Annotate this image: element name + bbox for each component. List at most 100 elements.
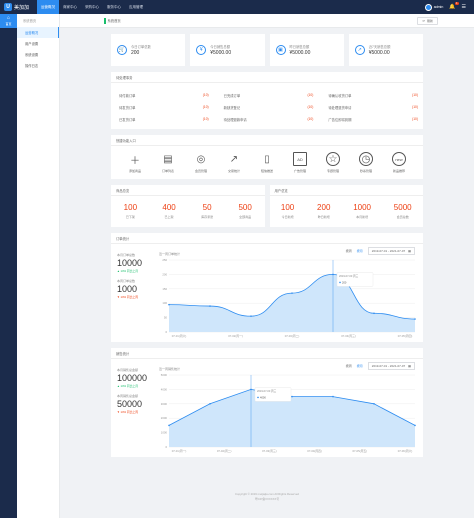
data-point[interactable] bbox=[168, 424, 170, 427]
data-point[interactable] bbox=[373, 403, 375, 405]
todo-item[interactable]: 待处理退款申请 (10) bbox=[224, 113, 314, 125]
subnav-item-logs[interactable]: 操作日志 bbox=[17, 60, 59, 71]
x-tick-label: 07-06(周六) bbox=[398, 449, 413, 453]
topnav-item-merchant[interactable]: 商家中心 bbox=[59, 0, 81, 14]
subnav-item-system-settings[interactable]: 系统设置 bbox=[17, 49, 59, 60]
stat-value: 5000 bbox=[393, 203, 412, 212]
quick-item-label: 交易统计 bbox=[227, 169, 240, 173]
app-logo[interactable]: U 美加加 bbox=[0, 0, 34, 14]
kpi-card-week-sales[interactable]: ↗ 近7天销售总额 ¥5000.00 bbox=[348, 34, 423, 66]
y-tick-label: 4000 bbox=[161, 387, 168, 391]
quick-item-label: 广告管理 bbox=[293, 169, 306, 173]
subnav-item-user-settings[interactable]: 用户设置 bbox=[17, 38, 59, 49]
refresh-button[interactable]: ⟳ 刷新 bbox=[417, 17, 438, 25]
users-stat[interactable]: 1000 本月新增 bbox=[353, 203, 371, 219]
subnav-header: 系统首页 bbox=[23, 19, 37, 23]
quick-item[interactable]: ＋ 添加商品 bbox=[121, 152, 149, 174]
todo-item-label: 待付款订单 bbox=[119, 93, 136, 98]
goods-overview-title: 商品总览 bbox=[111, 185, 265, 196]
stat-value: 500 bbox=[238, 203, 252, 212]
x-tick-label: 07-02(周二) bbox=[217, 449, 232, 453]
kpi-value: ¥5000.00 bbox=[210, 50, 232, 56]
data-point[interactable] bbox=[168, 303, 170, 306]
quick-item[interactable]: ↗ 交易统计 bbox=[220, 152, 248, 174]
topnav-item-overview[interactable]: 运营概况 bbox=[37, 0, 59, 14]
goods-stat[interactable]: 400 已上架 bbox=[162, 203, 175, 219]
quick-item[interactable]: ◎ 会员管理 bbox=[187, 152, 215, 174]
topnav-item-purchase[interactable]: 采购中心 bbox=[81, 0, 103, 14]
todo-item[interactable]: 待确认收货订单 (10) bbox=[328, 89, 418, 101]
y-tick-label: 0 bbox=[165, 445, 167, 449]
data-point[interactable] bbox=[414, 424, 416, 427]
tab-home[interactable]: 系统首页 bbox=[104, 17, 121, 24]
todo-item-count: (10) bbox=[307, 93, 314, 97]
y-tick-label: 5000 bbox=[161, 373, 168, 377]
footer-icp: 粤ICP备XXXXXX号 bbox=[254, 497, 280, 501]
user-menu[interactable]: admin bbox=[424, 3, 444, 11]
data-point[interactable] bbox=[209, 403, 211, 405]
todo-item[interactable]: 已发货订单 (10) bbox=[119, 113, 209, 125]
leftnav-home-label: 首页 bbox=[5, 22, 12, 26]
todo-item[interactable]: 新缺货登记 (10) bbox=[224, 101, 314, 113]
topnav-item-apps[interactable]: 应用管理 bbox=[125, 0, 147, 14]
logo-mark: U bbox=[4, 3, 12, 11]
todo-item-count: (10) bbox=[202, 105, 209, 109]
quick-item[interactable]: ▤ 订单列表 bbox=[154, 152, 182, 174]
quick-item[interactable]: AD 广告管理 bbox=[286, 152, 314, 173]
todo-item[interactable]: 广告位即将到期 (10) bbox=[328, 113, 418, 125]
todo-item-label: 待发货订单 bbox=[119, 105, 136, 110]
kpi-label: 近7天销售总额 bbox=[368, 45, 391, 49]
quick-item[interactable]: ◷ 秒杀管理 bbox=[352, 152, 380, 173]
goods-stat[interactable]: 50 库存紧张 bbox=[201, 203, 213, 219]
todo-item[interactable]: 待处理退货申请 (10) bbox=[328, 101, 418, 113]
y-tick-label: 2000 bbox=[161, 416, 168, 420]
new-icon: new bbox=[392, 152, 406, 166]
stat-value: 1000 bbox=[353, 203, 371, 212]
leftnav-home[interactable]: ⌂ 首页 bbox=[0, 14, 17, 28]
user-name: admin bbox=[433, 5, 444, 9]
tooltip-date: 2019-07-03 周三 bbox=[257, 389, 277, 393]
kpi-card-yesterday-sales[interactable]: ▣ 昨日销售总额 ¥5000.00 bbox=[269, 34, 344, 66]
data-point[interactable] bbox=[373, 312, 375, 315]
sales-chart-panel: 销售统计 本月销售总金额 100000 ▲ 10% 同比上月 本周销售总金额 5… bbox=[111, 348, 423, 457]
todo-item[interactable]: 待发货订单 (10) bbox=[119, 101, 209, 113]
tooltip-date: 2019-07-03 周三 bbox=[339, 274, 359, 278]
tooltip-value: 4000 bbox=[260, 395, 266, 399]
kpi-label: 昨日销售总额 bbox=[289, 45, 310, 49]
data-point[interactable] bbox=[414, 318, 416, 320]
data-point[interactable] bbox=[250, 315, 252, 317]
users-stat[interactable]: 5000 会员总数 bbox=[394, 203, 412, 219]
left-nav: ⌂ 首页 bbox=[0, 14, 17, 518]
todo-item-count: (10) bbox=[412, 105, 418, 109]
quick-item[interactable]: ☆ 专题管理 bbox=[319, 152, 347, 173]
data-point[interactable] bbox=[209, 305, 211, 307]
goods-stat[interactable]: 100 已下架 bbox=[124, 203, 137, 219]
todo-item[interactable]: 待付款订单 (10) bbox=[119, 89, 209, 101]
tab-bar: 系统首页 ⟳ 刷新 bbox=[60, 14, 474, 28]
data-point[interactable] bbox=[291, 395, 293, 398]
cart-icon: 🛒 bbox=[117, 45, 127, 55]
users-stat[interactable]: 200 昨日新增 bbox=[317, 203, 330, 219]
order-chart-panel: 订单统计 本月订单总数 10000 ▲ 10% 同比上月 本周订单总数 1000… bbox=[111, 233, 423, 342]
refresh-icon: ⟳ bbox=[422, 19, 425, 23]
data-point[interactable] bbox=[332, 395, 334, 398]
quick-item-label: 秒杀管理 bbox=[359, 169, 372, 173]
stat-value: 50 bbox=[202, 203, 212, 212]
todo-item-label: 待确认收货订单 bbox=[328, 93, 352, 98]
bell-icon[interactable]: 🔔 1 bbox=[449, 2, 459, 10]
kpi-card-today-sales[interactable]: ¥ 今日销售总额 ¥5000.00 bbox=[190, 34, 265, 66]
quick-item[interactable]: new 新品推荐 bbox=[385, 152, 413, 173]
quick-item[interactable]: ▯ 短信推送 bbox=[253, 152, 281, 174]
topnav-item-service[interactable]: 服务中心 bbox=[103, 0, 125, 14]
data-point[interactable] bbox=[291, 292, 293, 294]
stat-value: 100 bbox=[123, 203, 138, 212]
subnav-item-overview[interactable]: 运营概况 bbox=[17, 27, 59, 38]
kpi-card-today-orders[interactable]: 🛒 今日订单总数 200 bbox=[111, 34, 186, 66]
users-stat[interactable]: 100 今日新增 bbox=[281, 203, 294, 219]
y-tick-label: 200 bbox=[162, 272, 167, 276]
todo-item[interactable]: 已完成订单 (10) bbox=[224, 89, 314, 101]
goods-stat[interactable]: 500 全部商品 bbox=[238, 203, 251, 219]
quick-item-label: 会员管理 bbox=[194, 169, 207, 173]
stat-label: 库存紧张 bbox=[201, 215, 214, 219]
menu-icon[interactable]: ☰ bbox=[462, 4, 466, 10]
